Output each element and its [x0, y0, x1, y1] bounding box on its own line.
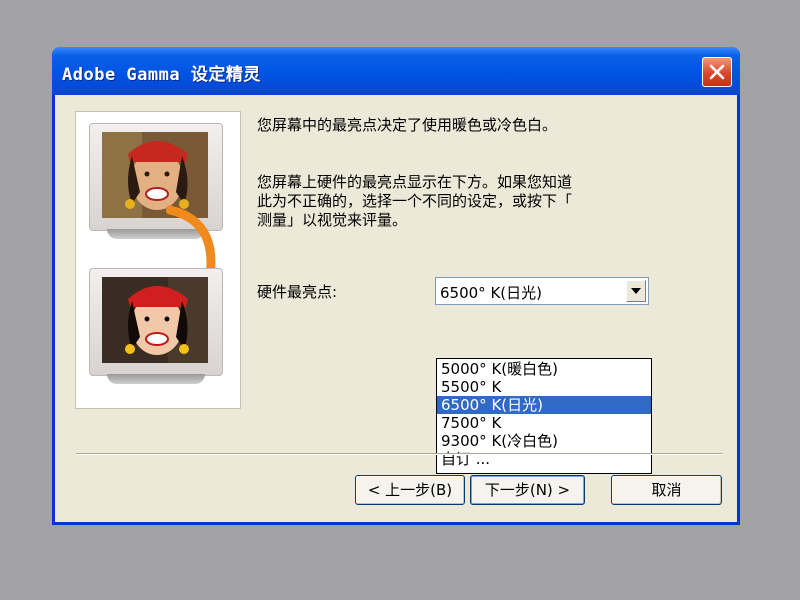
back-button[interactable]: < 上一步(B) [355, 475, 465, 505]
close-icon [709, 64, 725, 80]
white-point-option-5000k[interactable]: 5000° K(暖白色) [437, 360, 651, 378]
title-bar[interactable]: Adobe Gamma 设定精灵 [52, 47, 740, 95]
white-point-option-7500k[interactable]: 7500° K [437, 414, 651, 432]
description-warm-cool: 您屏幕中的最亮点决定了使用暖色或冷色白。 [257, 116, 558, 134]
woman-portrait-icon [102, 277, 208, 363]
white-point-option-6500k[interactable]: 6500° K(日光) [437, 396, 651, 414]
close-button[interactable] [702, 57, 732, 87]
cancel-button[interactable]: 取消 [611, 475, 722, 505]
white-point-option-5500k[interactable]: 5500° K [437, 378, 651, 396]
divider [76, 453, 722, 455]
dialog-window: Adobe Gamma 设定精灵 您屏幕中的最亮点决定了使用暖色或冷色白。 您屏… [52, 47, 740, 525]
monitor-illustration [75, 111, 241, 409]
chevron-down-icon [631, 288, 641, 294]
white-point-dropdown-list: 5000° K(暖白色) 5500° K 6500° K(日光) 7500° K… [436, 358, 652, 474]
dropdown-button[interactable] [626, 280, 646, 302]
hardware-white-point-label: 硬件最亮点: [257, 283, 338, 301]
description-hardware-whitepoint: 您屏幕上硬件的最亮点显示在下方。如果您知道 此为不正确的，选择一个不同的设定，或… [257, 173, 573, 229]
window-title: Adobe Gamma 设定精灵 [62, 65, 261, 85]
white-point-select[interactable]: 6500° K(日光) [435, 277, 649, 305]
white-point-option-9300k[interactable]: 9300° K(冷白色) [437, 432, 651, 450]
white-point-select-value: 6500° K(日光) [440, 284, 542, 302]
monitor-cool-image [89, 268, 223, 398]
next-button[interactable]: 下一步(N) > [470, 475, 585, 505]
dialog-body: 您屏幕中的最亮点决定了使用暖色或冷色白。 您屏幕上硬件的最亮点显示在下方。如果您… [55, 95, 737, 522]
